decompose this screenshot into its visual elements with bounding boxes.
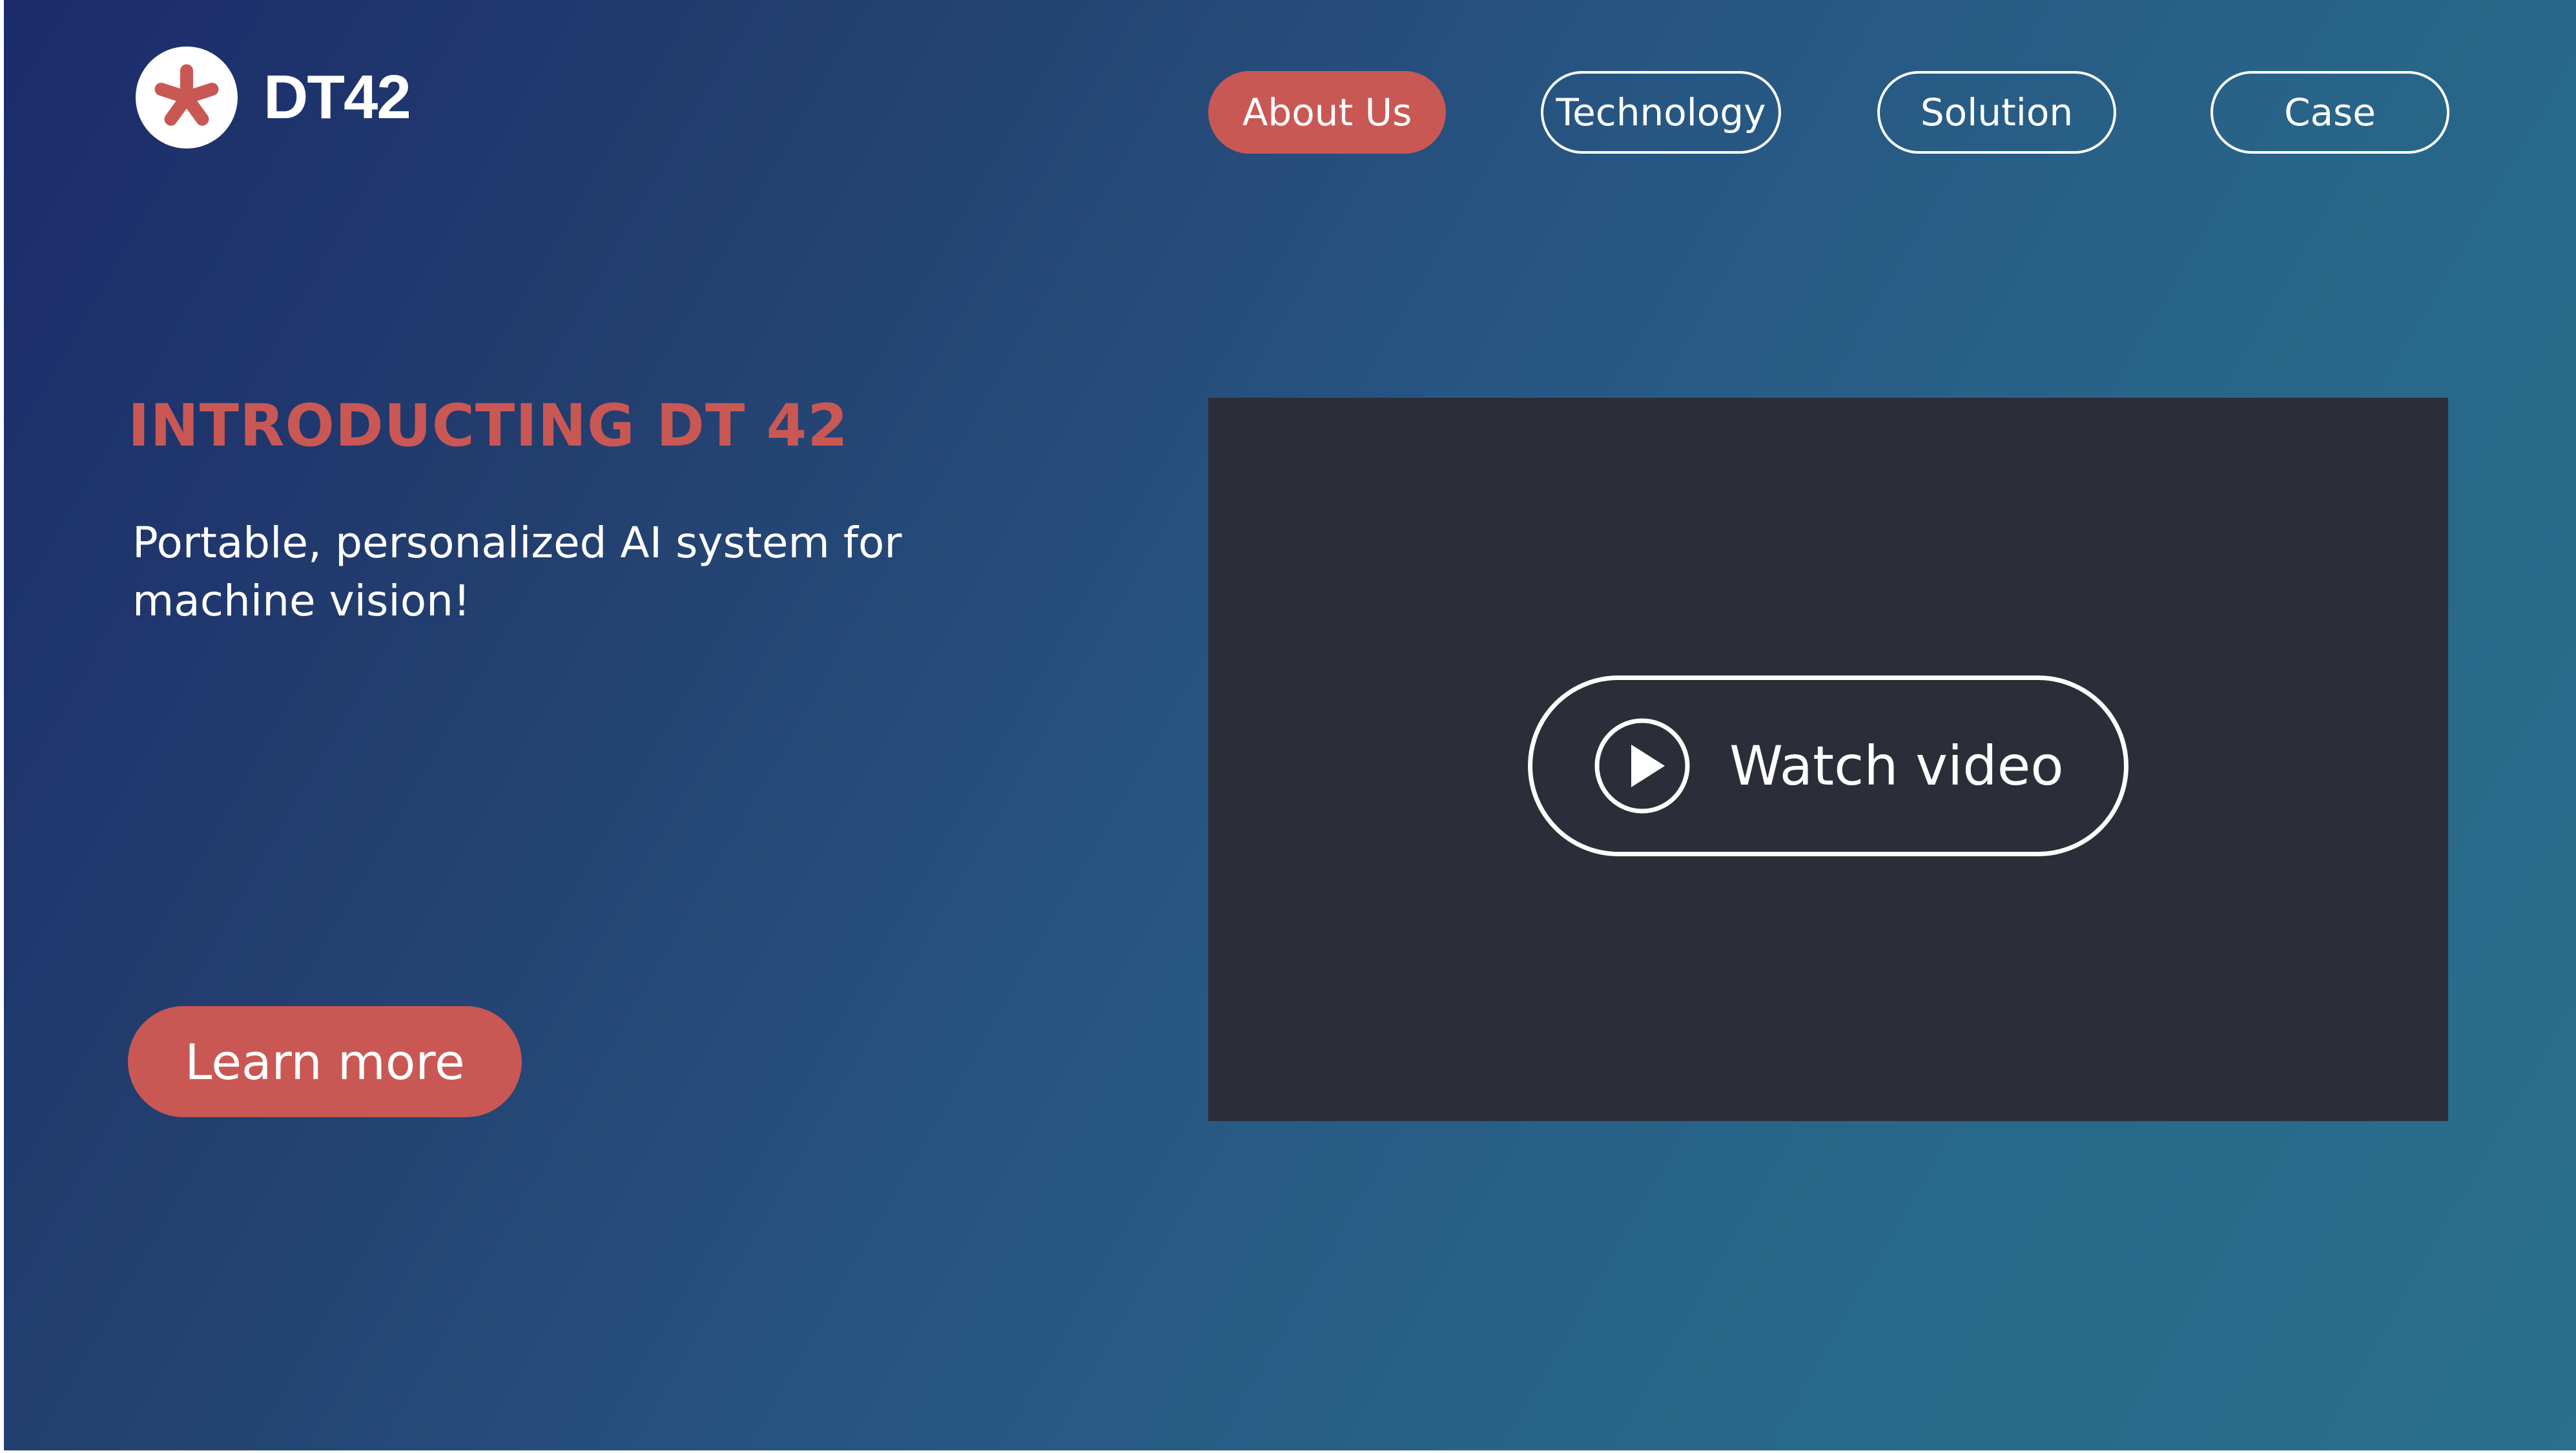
- brand-name: DT42: [263, 63, 411, 132]
- left-border: [0, 0, 4, 1453]
- landing-page: DT42 About Us Technology Solution Case I…: [0, 0, 2576, 1453]
- nav-technology[interactable]: Technology: [1541, 71, 1781, 154]
- nav-about-us[interactable]: About Us: [1208, 71, 1446, 154]
- watch-video-button[interactable]: Watch video: [1528, 675, 2128, 856]
- hero-subtitle: Portable, personalized AI system for mac…: [132, 514, 972, 630]
- video-player[interactable]: Watch video: [1208, 398, 2448, 1121]
- hero-title: INTRODUCTING DT 42: [128, 392, 849, 460]
- watch-video-label: Watch video: [1729, 734, 2064, 798]
- nav-case[interactable]: Case: [2210, 71, 2449, 154]
- nav-solution[interactable]: Solution: [1877, 71, 2116, 154]
- brand-logo[interactable]: DT42: [136, 46, 411, 149]
- hero-subtitle-line-1: Portable, personalized AI system for: [132, 518, 902, 568]
- learn-more-button[interactable]: Learn more: [128, 1006, 522, 1117]
- asterisk-icon: [136, 46, 238, 149]
- play-icon: [1594, 718, 1690, 814]
- bottom-border: [0, 1450, 2576, 1453]
- hero-subtitle-line-2: machine vision!: [132, 576, 471, 626]
